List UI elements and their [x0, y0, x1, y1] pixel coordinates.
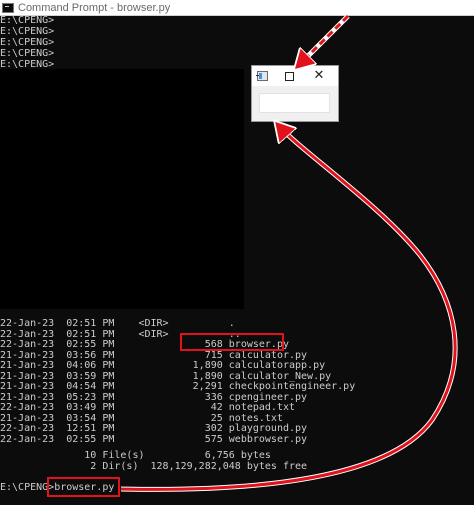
- listing-row: 21-Jan-23 03:59 PM 1,890 calculator_New.…: [0, 370, 332, 382]
- summary-files: 10 File(s) 6,756 bytes: [0, 450, 271, 461]
- listing-row: 21-Jan-23 04:54 PM 2,291 checkpointengin…: [0, 381, 356, 392]
- browser-app-window[interactable]: ✕: [251, 65, 339, 122]
- minimize-icon[interactable]: [256, 75, 259, 76]
- url-entry-field[interactable]: [259, 93, 330, 113]
- browser-app-titlebar[interactable]: ✕: [252, 66, 338, 86]
- summary-dirs: 2 Dir(s) 128,129,282,048 bytes free: [0, 461, 308, 472]
- cmd-icon: [2, 2, 14, 13]
- listing-row: 22-Jan-23 03:49 PM 42 notepad.txt: [0, 402, 296, 413]
- close-icon[interactable]: ✕: [312, 68, 326, 84]
- blank-browser-window[interactable]: [0, 69, 244, 309]
- listing-row: 22-Jan-23 02:55 PM 575 webbrowser.py: [0, 433, 308, 445]
- prompt-line: E:\CPENG>: [0, 15, 55, 26]
- title-bar: Command Prompt - browser.py: [0, 0, 474, 16]
- listing-row: 22-Jan-23 12:51 PM 302 playground.py: [0, 423, 308, 434]
- prompt-line: E:\CPENG>: [0, 26, 55, 37]
- highlight-browser-file: [180, 333, 284, 351]
- app-icon: [257, 71, 268, 81]
- listing-row: 21-Jan-23 03:54 PM 25 notes.txt: [0, 412, 283, 424]
- listing-row: 21-Jan-23 05:23 PM 336 cpengineer.py: [0, 391, 308, 403]
- prompt-line: E:\CPENG>: [0, 48, 55, 59]
- prompt-line: E:\CPENG>: [0, 37, 55, 48]
- listing-row: 21-Jan-23 04:06 PM 1,890 calculatorapp.p…: [0, 360, 326, 371]
- listing-row: 21-Jan-23 03:56 PM 715 calculator.py: [0, 349, 308, 361]
- maximize-icon[interactable]: [285, 72, 294, 81]
- window-title: Command Prompt - browser.py: [18, 1, 171, 14]
- highlight-command: [47, 477, 120, 497]
- listing-row: 22-Jan-23 02:51 PM <DIR> .: [0, 318, 235, 329]
